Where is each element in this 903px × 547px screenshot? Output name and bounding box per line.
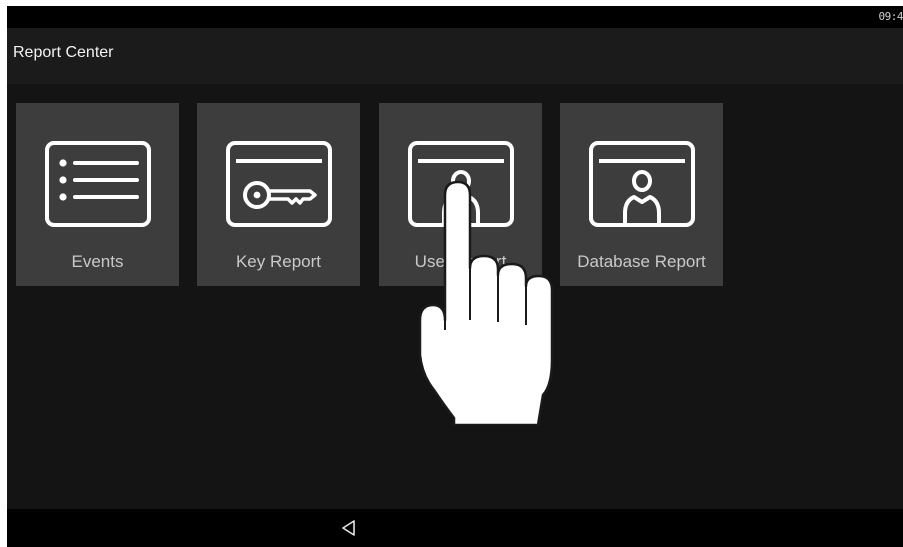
user-card-icon xyxy=(589,141,695,227)
list-icon xyxy=(45,141,151,227)
page-title: Report Center xyxy=(13,44,114,61)
tile-user-report[interactable]: User Report xyxy=(379,103,542,286)
tile-label-user-report: User Report xyxy=(414,252,507,271)
app-bar: Report Center xyxy=(7,28,903,84)
tile-label-key-report: Key Report xyxy=(235,252,322,271)
device-screen: 09:4 Report Center Events Key Report Use… xyxy=(7,6,903,547)
status-time: 09:4 xyxy=(878,10,903,23)
tile-label-database-report: Database Report xyxy=(577,252,706,271)
tile-label-events: Events xyxy=(71,252,124,271)
user-card-icon xyxy=(408,141,514,227)
tile-key-report[interactable]: Key Report xyxy=(197,103,360,286)
tile-database-report[interactable]: Database Report xyxy=(560,103,723,286)
navigation-bar xyxy=(7,509,903,547)
status-bar: 09:4 xyxy=(7,6,903,28)
key-card-icon xyxy=(226,141,332,227)
back-triangle-icon[interactable] xyxy=(338,517,360,539)
report-grid: Events Key Report User Report Database R… xyxy=(7,84,903,509)
tile-events[interactable]: Events xyxy=(16,103,179,286)
